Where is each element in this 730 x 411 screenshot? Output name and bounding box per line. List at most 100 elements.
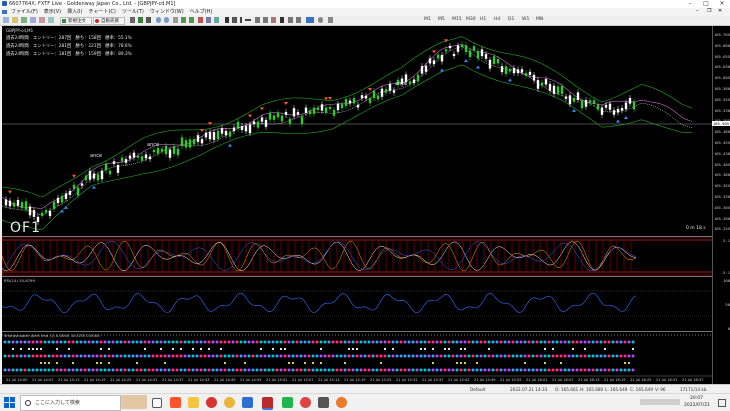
brave-browser-icon[interactable] [170, 397, 181, 408]
menu-item-5[interactable]: ウィンドウ(W) [150, 8, 184, 16]
chart-line-icon[interactable] [146, 17, 151, 23]
menu-item-1[interactable]: 表示(V) [44, 8, 61, 16]
templates-menu-icon[interactable] [328, 17, 333, 23]
horizontal-line-icon[interactable] [245, 19, 251, 21]
timeframe-h1[interactable]: H1 [480, 17, 486, 22]
candle-body [484, 54, 488, 59]
close-icon[interactable]: ✕ [714, 0, 730, 8]
time-label: 21 Jul 14:00 [6, 378, 28, 382]
label-tool-icon[interactable] [288, 17, 293, 23]
signal-dot [551, 347, 555, 351]
timeframe-m15[interactable]: M15 [452, 17, 462, 22]
chart-shift-icon[interactable] [189, 17, 194, 23]
profiles-icon[interactable] [12, 17, 18, 23]
minimize-icon[interactable]: – [682, 0, 698, 8]
line-app-icon[interactable] [282, 397, 293, 408]
price-axis[interactable]: 165.705 165.680 165.655 165.630 165.605 165.5… [711, 26, 730, 384]
zoom-in-icon[interactable] [156, 17, 161, 23]
terminal-icon[interactable] [39, 17, 45, 23]
timeframe-w1[interactable]: W1 [522, 17, 529, 22]
notification-icon[interactable] [718, 399, 726, 407]
child-restore-icon[interactable]: ❐ [707, 8, 711, 14]
timeframe-m5[interactable]: M5 [438, 17, 445, 22]
app-blue-icon[interactable] [242, 397, 253, 408]
taskbar-search-box[interactable]: ここに入力して検索 [20, 395, 121, 411]
browser-icon[interactable] [206, 397, 217, 408]
market-watch-icon[interactable] [21, 17, 27, 23]
app-orange-icon[interactable] [336, 397, 347, 408]
signal-dot [571, 340, 575, 344]
signal-dot [331, 340, 335, 344]
clock-date[interactable]: 2022/07/21 [684, 403, 710, 408]
timeframe-h4[interactable]: H4 [494, 17, 500, 22]
timeframe-m30[interactable]: M30 [466, 17, 476, 22]
signal-dot [207, 368, 211, 372]
sell-arrow [328, 96, 332, 100]
time-label: 21 Jul 15:25 [370, 378, 392, 382]
crosshair-icon[interactable] [232, 17, 237, 23]
windows-start-icon[interactable] [4, 397, 15, 408]
child-close-icon[interactable]: ✕ [718, 8, 722, 14]
panel-separator-1[interactable] [2, 236, 714, 237]
trend-line-icon[interactable] [255, 17, 260, 23]
tile-windows-icon[interactable] [173, 17, 178, 23]
child-minimize-icon[interactable]: – [696, 8, 699, 14]
templates-icon[interactable] [214, 17, 219, 23]
signal-dot [95, 361, 99, 365]
zoom-out-icon[interactable] [164, 17, 169, 23]
auto-scroll-icon[interactable] [181, 17, 186, 23]
fibonacci-icon[interactable] [271, 17, 276, 23]
candle-body [224, 130, 228, 136]
tester-icon[interactable] [48, 17, 54, 23]
menu-item-0[interactable]: ファイル(F) [11, 8, 38, 16]
signal-dot [547, 368, 551, 372]
panel-separator-3[interactable] [2, 331, 714, 332]
panel-separator-2[interactable] [2, 276, 714, 277]
chart-window[interactable]: GBPJPY-cd,M1 過去24時間 エントリー：287回 勝ち：158回 勝… [2, 26, 714, 384]
channel-icon[interactable] [263, 17, 268, 23]
chart-candle-icon[interactable] [138, 17, 143, 23]
indicators-icon[interactable] [198, 17, 203, 23]
menu-item-4[interactable]: ツール(T) [122, 8, 144, 16]
chart-bar-icon[interactable] [130, 17, 135, 23]
signal-dot [355, 368, 359, 372]
menu-item-6[interactable]: ヘルプ(H) [190, 8, 213, 16]
periods-icon[interactable] [206, 17, 211, 23]
candle-body [416, 74, 420, 82]
timeframe-d1[interactable]: D1 [508, 17, 514, 22]
signal-dot [127, 340, 131, 344]
arrow-tool-icon[interactable] [296, 17, 301, 23]
navigator-icon[interactable] [30, 17, 36, 23]
time-label: 21 Jul 15:19 [344, 378, 366, 382]
signal-dot [7, 368, 11, 372]
new-chart-icon[interactable] [3, 17, 9, 23]
signal-dot [83, 354, 87, 358]
text-tool-icon[interactable] [280, 17, 284, 23]
menu-item-3[interactable]: チャート(C) [89, 8, 116, 16]
sell-arrow [72, 174, 76, 178]
signal-dot [395, 368, 399, 372]
app-red-icon[interactable] [300, 397, 311, 408]
timeframe-menu-icon[interactable] [306, 17, 314, 23]
task-view-icon[interactable] [152, 398, 162, 408]
timeframe-mn[interactable]: MN [536, 17, 543, 22]
symbol-label: GBPJPY-cd,M1 [6, 28, 34, 33]
menu-item-2[interactable]: 挿入(I) [67, 8, 82, 16]
file-explorer-icon[interactable] [188, 397, 199, 408]
tray-icons[interactable] [640, 399, 680, 405]
signal-dot [627, 361, 631, 365]
settings-icon[interactable] [318, 17, 323, 23]
maximize-icon[interactable]: □ [698, 0, 714, 8]
clock-time[interactable]: 20:07 [690, 396, 703, 401]
mt4-icon[interactable] [262, 397, 273, 410]
new-order-button[interactable]: 新規注文 [60, 17, 92, 25]
candle-body [288, 118, 292, 124]
auto-trade-button[interactable]: 自動売買 [93, 17, 125, 25]
cortana-banner[interactable] [121, 395, 147, 409]
app-grey-icon[interactable] [318, 397, 329, 408]
chrome-icon[interactable] [224, 397, 235, 408]
timeframe-m1[interactable]: M1 [424, 17, 431, 22]
signal-dot [515, 354, 519, 358]
vertical-line-icon[interactable] [240, 17, 242, 23]
cursor-icon[interactable] [225, 17, 229, 23]
